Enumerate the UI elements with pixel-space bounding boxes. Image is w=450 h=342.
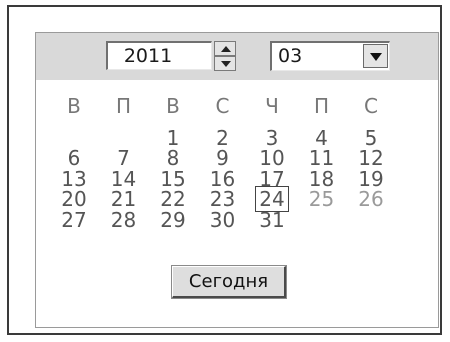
year-up-button[interactable]: [214, 41, 236, 56]
weekday-header: Ч: [265, 94, 279, 118]
chevron-down-icon: [370, 53, 382, 61]
spin-down-icon: [221, 61, 231, 67]
spin-up-icon: [221, 46, 231, 52]
day-cell[interactable]: 31: [255, 209, 289, 231]
calendar-header-bar: 03: [36, 33, 438, 80]
weekday-header: С: [215, 94, 230, 118]
day-cell[interactable]: 26: [354, 188, 388, 210]
day-cell[interactable]: 23: [206, 188, 240, 210]
day-cell[interactable]: 27: [57, 209, 91, 231]
day-cell[interactable]: 22: [156, 188, 190, 210]
year-field[interactable]: [106, 41, 212, 70]
day-cell[interactable]: 29: [156, 209, 190, 231]
day-cell[interactable]: 30: [206, 209, 240, 231]
month-value: 03: [278, 45, 303, 67]
year-down-button[interactable]: [214, 56, 236, 71]
day-cell[interactable]: 28: [107, 209, 141, 231]
calendar-panel: 03 ВПВСЧПС123456789101112131415161718192…: [35, 32, 439, 328]
day-cell[interactable]: 25: [305, 188, 339, 210]
day-cell[interactable]: 21: [107, 188, 141, 210]
today-button[interactable]: Сегодня: [171, 265, 287, 299]
weekday-header: П: [313, 94, 330, 118]
year-input[interactable]: [108, 43, 188, 69]
weekday-header: П: [115, 94, 132, 118]
year-spinner[interactable]: [214, 41, 236, 71]
weekday-header: С: [364, 94, 378, 118]
weekday-header: В: [67, 94, 81, 118]
month-select[interactable]: 03: [270, 41, 390, 71]
day-cell[interactable]: 20: [57, 188, 91, 210]
weekday-header: В: [166, 94, 180, 118]
calendar-window: 03 ВПВСЧПС123456789101112131415161718192…: [7, 5, 442, 335]
month-dropdown-button[interactable]: [363, 44, 388, 68]
